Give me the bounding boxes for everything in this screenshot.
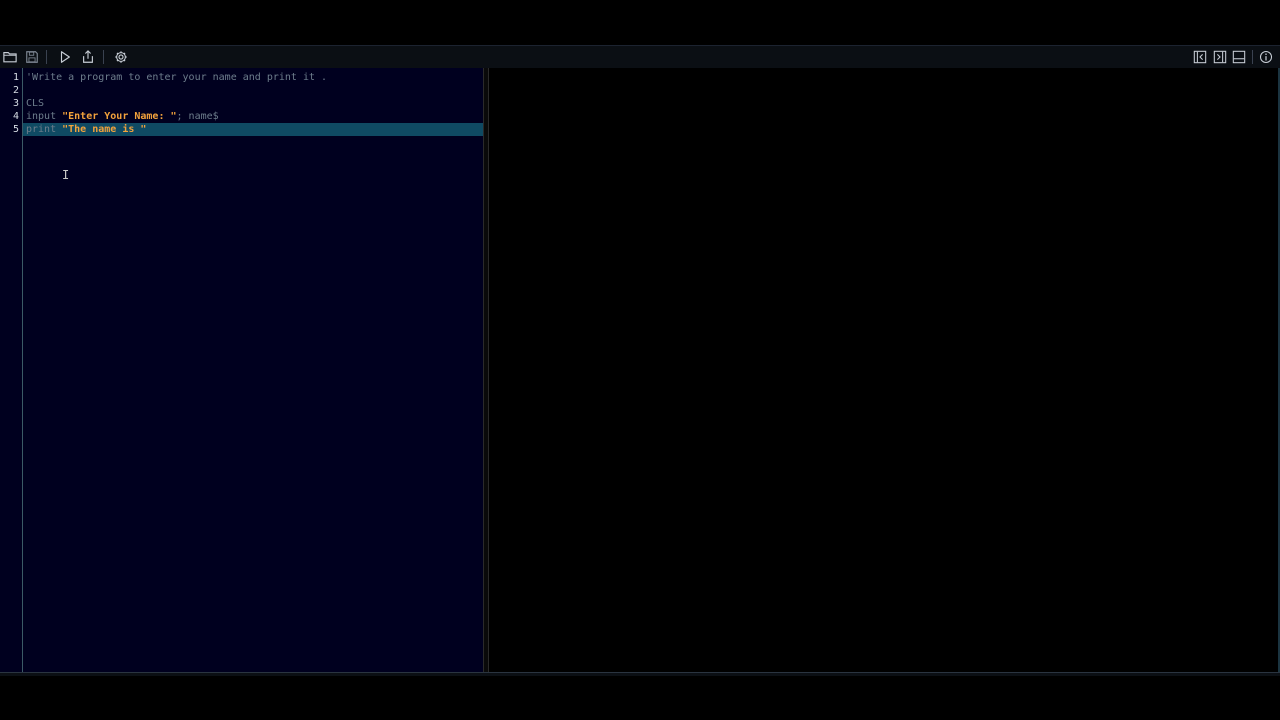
code-area[interactable]: 'Write a program to enter your name and …	[23, 68, 485, 672]
code-token-cmt: 'Write a program to enter your name and …	[26, 72, 328, 83]
settings-icon	[115, 51, 127, 63]
collapse-left-icon	[1193, 50, 1207, 64]
info-icon	[1259, 50, 1273, 64]
code-line[interactable]	[23, 84, 485, 97]
panel-bottom-icon	[1232, 50, 1246, 64]
line-number: 2	[12, 85, 19, 96]
panel-bottom-button[interactable]	[1230, 48, 1248, 66]
collapse-right-button[interactable]	[1211, 48, 1229, 66]
share-button[interactable]	[79, 48, 97, 66]
toolbar-separator	[103, 50, 104, 64]
line-number: 3	[12, 98, 19, 109]
output-console[interactable]	[489, 68, 1279, 672]
settings-button[interactable]	[112, 48, 130, 66]
run-icon	[60, 51, 70, 63]
toolbar-separator	[1252, 50, 1253, 64]
toolbar	[0, 45, 1280, 69]
code-line[interactable]: 'Write a program to enter your name and …	[23, 71, 485, 84]
share-icon	[83, 50, 93, 63]
bottom-blank-area	[0, 676, 1280, 720]
toolbar-separator	[46, 50, 47, 64]
code-token-str: "The name is "	[62, 124, 147, 135]
code-token-id: ; name$	[176, 111, 219, 122]
line-number-gutter: 1 2 3 4 5	[0, 68, 23, 672]
collapse-left-button[interactable]	[1191, 48, 1209, 66]
code-token-kw: CLS	[26, 98, 45, 109]
mouse-cursor-ibeam: I	[62, 168, 70, 182]
collapse-right-icon	[1213, 50, 1227, 64]
code-line[interactable]: CLS	[23, 97, 485, 110]
line-number: 1	[12, 72, 19, 83]
save-button[interactable]	[23, 48, 41, 66]
open-folder-icon	[3, 52, 17, 63]
code-editor[interactable]: 1 2 3 4 5 'Write a program to enter your…	[0, 68, 485, 672]
code-token-kw: input	[26, 111, 63, 122]
code-token-str: "Enter Your Name: "	[62, 111, 177, 122]
save-icon	[26, 51, 38, 63]
run-button[interactable]	[56, 48, 74, 66]
top-blank-area	[0, 0, 1280, 45]
line-number: 5	[12, 124, 19, 135]
code-line[interactable]: input "Enter Your Name: "; name$	[23, 110, 485, 123]
line-number: 4	[12, 111, 19, 122]
open-folder-button[interactable]	[1, 48, 19, 66]
code-line-current[interactable]: print "The name is "	[23, 123, 485, 136]
info-button[interactable]	[1257, 48, 1275, 66]
code-token-kw: print	[26, 124, 63, 135]
